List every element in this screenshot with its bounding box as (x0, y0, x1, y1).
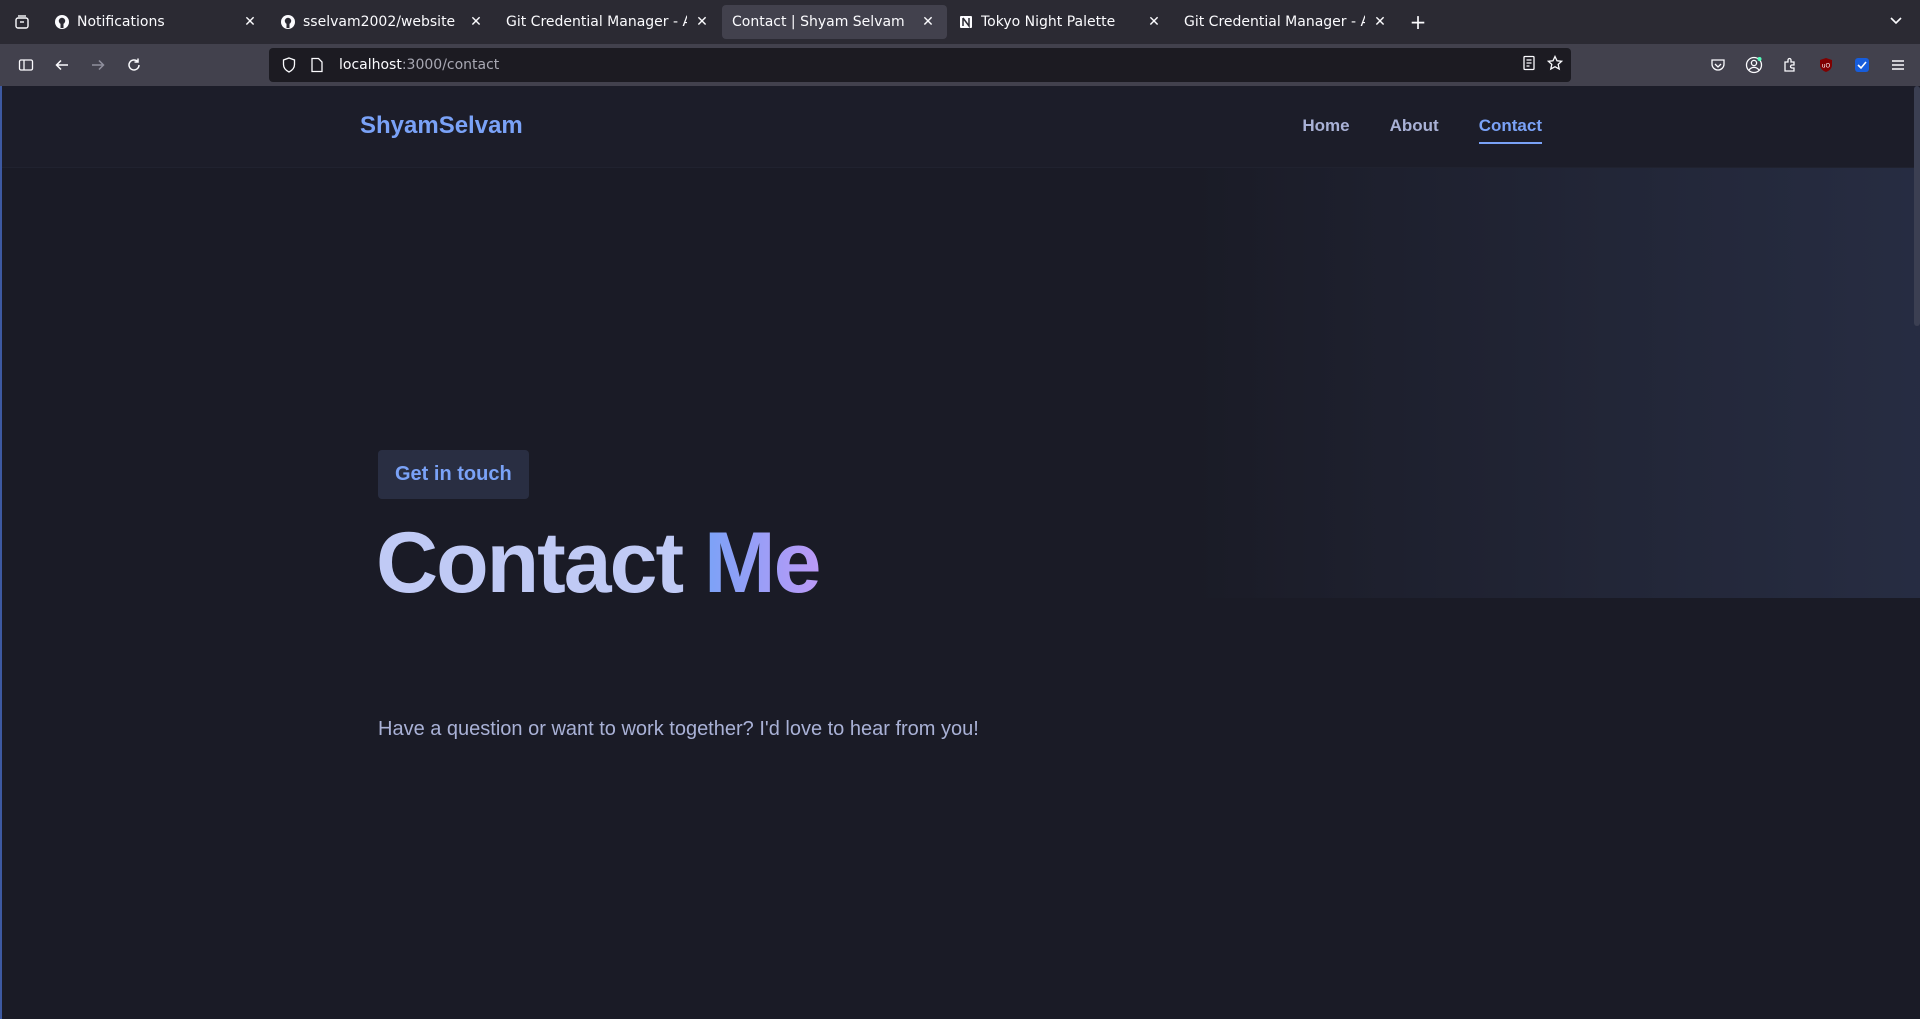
ublock-origin-icon[interactable]: uO (1810, 49, 1842, 81)
tab-git-credential-manager[interactable]: Git Credential Manager - Auth ✕ (496, 5, 721, 39)
tab-git-credential-manager-2[interactable]: Git Credential Manager - Auth ✕ (1174, 5, 1399, 39)
site-header: ShyamSelvam Home About Contact (2, 86, 1920, 168)
page-subtitle: Have a question or want to work together… (378, 718, 979, 740)
background-glow (1192, 168, 1920, 598)
close-icon[interactable]: ✕ (693, 13, 711, 31)
title-accent: Me (704, 515, 821, 611)
extensions-icon[interactable] (1774, 49, 1806, 81)
github-icon (54, 14, 70, 30)
page-viewport: ShyamSelvam Home About Contact Get in to… (0, 86, 1920, 1019)
tab-title: Git Credential Manager - Auth (506, 14, 687, 30)
close-icon[interactable]: ✕ (1145, 13, 1163, 31)
site-brand-logo[interactable]: ShyamSelvam (360, 112, 523, 140)
url-bar[interactable]: localhost:3000/contact (269, 48, 1571, 82)
reader-view-icon[interactable] (1521, 55, 1537, 75)
tab-tokyo-night-palette[interactable]: Tokyo Night Palette ✕ (948, 5, 1173, 39)
sidebar-icon[interactable] (8, 49, 44, 81)
svg-text:uO: uO (1822, 63, 1831, 70)
menu-icon[interactable] (1882, 49, 1914, 81)
reload-icon[interactable] (116, 49, 152, 81)
site-nav: Home About Contact (1302, 116, 1542, 144)
close-icon[interactable]: ✕ (919, 13, 937, 31)
chevron-down-icon[interactable] (1888, 12, 1904, 32)
toolbar-extensions: uO (1702, 44, 1914, 86)
get-in-touch-badge: Get in touch (378, 450, 529, 499)
tab-notifications[interactable]: Notifications ✕ (44, 5, 269, 39)
tab-strip: Notifications ✕ sselvam2002/website ✕ Gi… (0, 0, 1920, 44)
page-scrollbar[interactable] (1914, 86, 1920, 326)
close-icon[interactable]: ✕ (467, 13, 485, 31)
tab-title: sselvam2002/website (303, 14, 456, 30)
shield-icon[interactable] (277, 57, 301, 73)
pocket-icon[interactable] (1702, 49, 1734, 81)
forward-arrow-icon[interactable] (80, 49, 116, 81)
tab-title: Contact | Shyam Selvam (732, 14, 905, 30)
notion-icon (958, 14, 974, 30)
url-text[interactable]: localhost:3000/contact (339, 57, 499, 73)
tab-title: Notifications (77, 14, 165, 30)
tab-website-repo[interactable]: sselvam2002/website ✕ (270, 5, 495, 39)
url-host: localhost (339, 57, 402, 73)
tab-title: Git Credential Manager - Auth (1184, 14, 1365, 30)
page-icon[interactable] (305, 57, 329, 73)
tab-contact[interactable]: Contact | Shyam Selvam ✕ (722, 5, 947, 39)
url-path: :3000/contact (401, 57, 500, 73)
close-icon[interactable]: ✕ (241, 13, 259, 31)
tab-title: Tokyo Night Palette (981, 14, 1116, 30)
title-main: Contact (376, 515, 684, 611)
back-arrow-icon[interactable] (44, 49, 80, 81)
close-icon[interactable]: ✕ (1371, 13, 1389, 31)
browser-window: Notifications ✕ sselvam2002/website ✕ Gi… (0, 0, 1920, 1019)
url-bar-actions (1521, 48, 1564, 82)
nav-link-contact[interactable]: Contact (1478, 116, 1542, 144)
tab-list-icon[interactable] (0, 0, 44, 44)
nav-link-about[interactable]: About (1390, 116, 1439, 144)
page-title: Contact Me (376, 514, 821, 613)
account-icon[interactable] (1738, 49, 1770, 81)
bookmark-star-icon[interactable] (1546, 54, 1564, 75)
new-tab-button[interactable]: + (1400, 5, 1436, 39)
github-icon (280, 14, 296, 30)
nav-link-home[interactable]: Home (1302, 116, 1349, 144)
navigation-toolbar: localhost:3000/contact uO (0, 44, 1920, 86)
bitwarden-icon[interactable] (1846, 49, 1878, 81)
